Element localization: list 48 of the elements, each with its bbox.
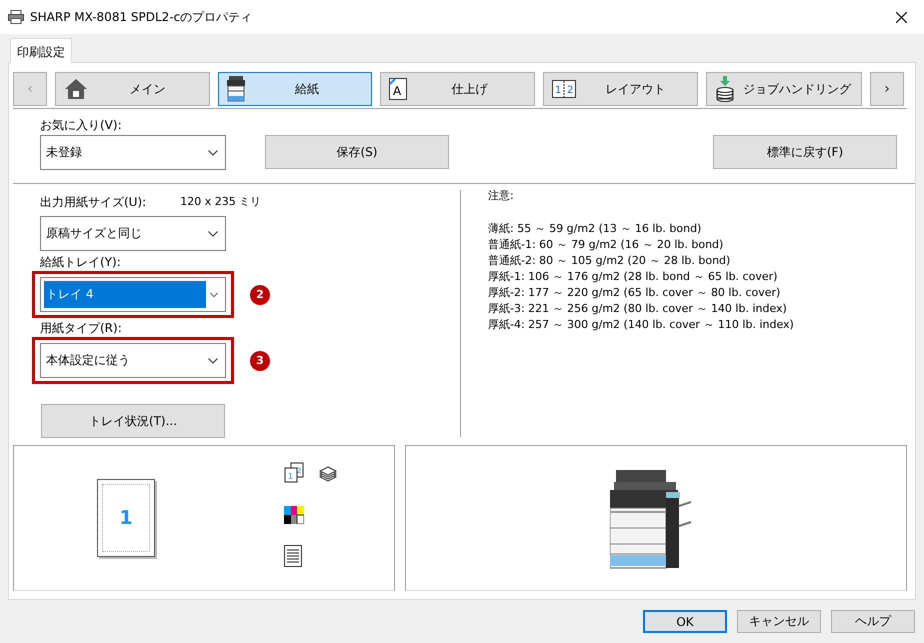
color-squares-icon (284, 506, 304, 524)
printer-icon (227, 76, 245, 102)
caret-icon (210, 292, 218, 298)
save-button[interactable]: 保存(S) (265, 135, 449, 169)
paper-weight-note: 薄紙: 55 ～ 59 g/m2 (13 ～ 16 lb. bond) (488, 221, 702, 237)
callout-badge: 2 (250, 284, 270, 304)
caret-icon (208, 358, 218, 364)
category-button[interactable]: 給紙 (218, 72, 372, 106)
dropdown[interactable]: 原稿サイズと同じ (40, 216, 226, 251)
field-label: お気に入り(V): (40, 117, 123, 133)
paper-weight-note: 厚紙-2: 177 ～ 220 g/m2 (65 lb. cover ～ 80 lb. cover) (488, 285, 782, 301)
window-title: SHARP MX-8081 SPDL2-cのプロパティ (30, 8, 254, 26)
disk-stack-icon (715, 76, 735, 102)
paper-stack-icon (319, 466, 337, 482)
dialog-button[interactable]: OK (643, 610, 727, 633)
field-label: 出力用紙サイズ(U): (40, 194, 146, 210)
dialog-button[interactable]: ヘルプ (831, 610, 915, 633)
caret-icon (208, 230, 218, 236)
field-label: 給紙トレイ(Y): (40, 254, 122, 270)
two-pages-icon: 1 2 (552, 80, 576, 98)
category-button[interactable]: ジョブハンドリング (706, 72, 862, 106)
dropdown[interactable]: トレイ 4 (40, 277, 226, 312)
page-letter-icon: A (389, 78, 407, 100)
callout-badge: 3 (250, 350, 270, 370)
caret-icon (208, 150, 218, 156)
dropdown[interactable]: 未登録 (40, 135, 226, 170)
field-label: 用紙タイプ(R): (40, 320, 123, 336)
close-icon (896, 12, 906, 22)
dropdown[interactable]: 本体設定に従う (40, 343, 226, 378)
category-button[interactable]: 1 2 レイアウト (543, 72, 698, 106)
category-button[interactable]: A 仕上げ (380, 72, 535, 106)
paper-weight-note: 普通紙-2: 80 ～ 105 g/m2 (20 ～ 28 lb. bond) (488, 253, 732, 269)
page-preview: 1 (97, 479, 155, 557)
house-icon (64, 78, 88, 100)
category-button[interactable]: メイン (55, 72, 210, 106)
dialog-button[interactable]: キャンセル (737, 610, 821, 633)
tab[interactable]: 印刷設定 (10, 38, 72, 63)
paper-weight-note: 厚紙-3: 221 ～ 256 g/m2 (80 lb. cover ～ 140 lb. index) (488, 301, 788, 317)
size-reading: 120 x 235 ミリ (180, 194, 262, 210)
paper-weight-note: 厚紙-4: 257 ～ 300 g/m2 (140 lb. cover ～ 110 lb. index) (488, 317, 794, 333)
printer-icon (8, 10, 24, 24)
tray-status-button[interactable]: トレイ状況(T)... (41, 404, 225, 438)
reset-button[interactable]: 標準に戻す(F) (713, 135, 897, 169)
paper-weight-note: 普通紙-1: 60 ～ 79 g/m2 (16 ～ 20 lb. bond) (488, 237, 724, 253)
scroll-right-button[interactable]: › (870, 72, 904, 106)
notes-heading: 注意: (488, 188, 515, 204)
document-icon (284, 545, 302, 567)
paper-weight-note: 厚紙-1: 106 ～ 176 g/m2 (28 lb. bond ～ 65 lb. cover) (488, 269, 778, 285)
